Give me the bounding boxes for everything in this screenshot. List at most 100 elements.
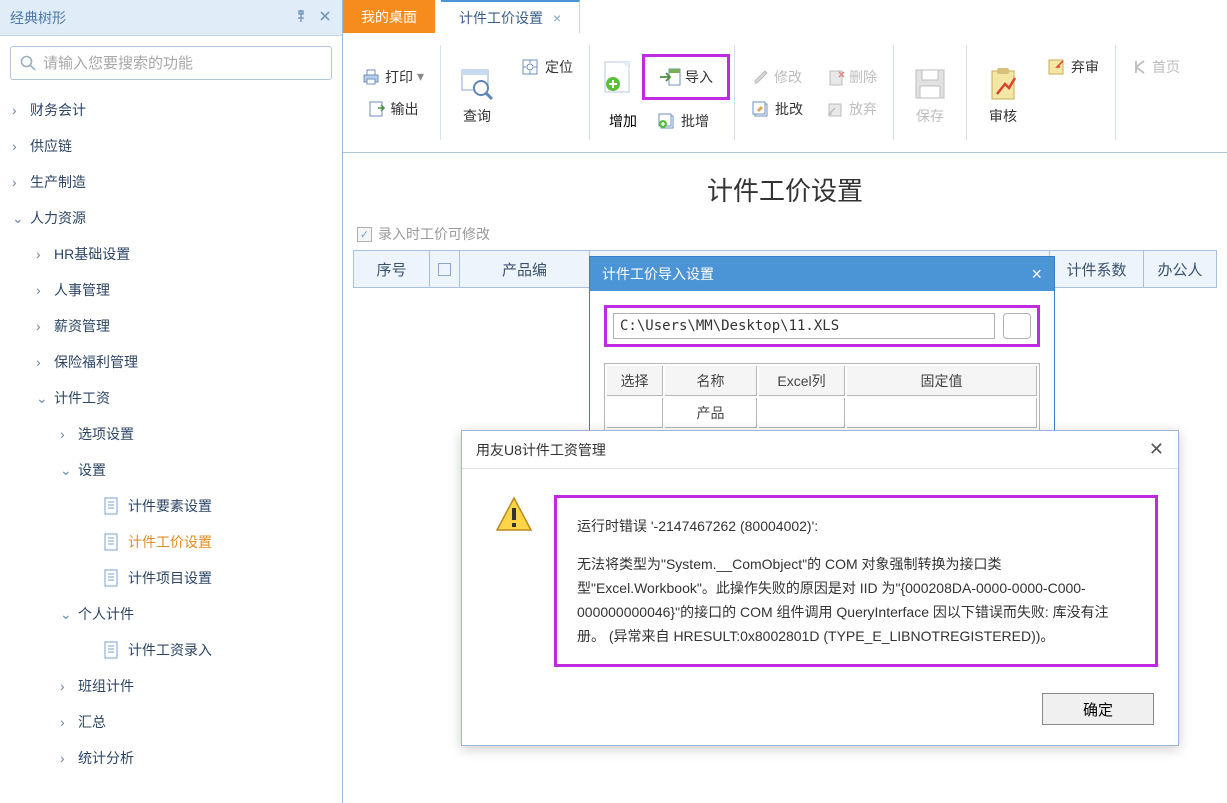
tree-item[interactable]: ›保险福利管理 [0,344,342,380]
tree-item[interactable]: ›供应链 [0,128,342,164]
search-box[interactable] [10,46,332,80]
import-dialog-titlebar[interactable]: 计件工价导入设置 × [590,257,1054,291]
tree-item-label: 薪资管理 [54,316,110,336]
mapping-row[interactable]: 产品 [607,398,1037,428]
batchadd-button[interactable]: 批增 [651,107,715,135]
expand-icon[interactable]: › [60,426,78,442]
tree-item-label: HR基础设置 [54,244,130,264]
tree-item[interactable]: 计件项目设置 [0,560,342,596]
pin-icon[interactable] [294,9,308,26]
delete-button[interactable]: 删除 [821,63,883,91]
error-dialog-titlebar[interactable]: 用友U8计件工资管理 ✕ [462,431,1178,469]
close-icon[interactable] [318,9,332,26]
error-close-icon[interactable]: ✕ [1149,439,1164,460]
tab-home-label: 我的桌面 [361,7,417,27]
audit-label: 审核 [989,106,1017,126]
collapse-icon[interactable]: ⌄ [60,606,78,623]
tree-item[interactable]: ⌄设置 [0,452,342,488]
ribbon: 打印 ▾ 输出 查询 定位 [343,33,1227,153]
collapse-icon[interactable]: ⌄ [36,390,54,407]
collapse-icon[interactable]: ⌄ [12,210,30,227]
locate-label: 定位 [545,57,573,77]
tree-item[interactable]: 计件工资录入 [0,632,342,668]
th-excelcol[interactable]: Excel列 [759,366,845,396]
th-select[interactable]: 选择 [607,366,663,396]
expand-icon[interactable]: › [36,282,54,298]
expand-icon[interactable]: › [12,102,30,118]
tab-home[interactable]: 我的桌面 [343,0,435,33]
th-name[interactable]: 名称 [665,366,757,396]
abandon-label: 放弃 [849,99,877,119]
tab-active[interactable]: 计件工价设置 × [441,0,580,33]
print-button[interactable]: 打印 ▾ [355,63,430,91]
tree-item[interactable]: ›统计分析 [0,740,342,776]
tree-item[interactable]: ›生产制造 [0,164,342,200]
locate-icon [521,57,541,77]
discard-button[interactable]: 弃审 [1041,53,1105,81]
expand-icon[interactable]: › [60,678,78,694]
discard-label: 弃审 [1071,57,1099,77]
search-input[interactable] [43,55,323,72]
locate-button[interactable]: 定位 [515,53,579,81]
tree-item[interactable]: ⌄人力资源 [0,200,342,236]
editable-checkbox-row[interactable]: ✓ 录入时工价可修改 [343,218,1227,250]
expand-icon[interactable]: › [60,750,78,766]
th-fixed[interactable]: 固定值 [847,366,1037,396]
th-seq[interactable]: 序号 [354,251,430,287]
expand-icon[interactable]: › [36,354,54,370]
delete-icon [827,68,845,86]
expand-icon[interactable]: › [12,174,30,190]
add-doc-icon [600,59,636,95]
clipboard-icon [985,66,1021,102]
tree-item-label: 计件工价设置 [128,532,212,552]
export-button[interactable]: 输出 [361,95,425,123]
error-dialog-title: 用友U8计件工资管理 [476,440,606,460]
import-dialog-close-icon[interactable]: × [1031,264,1042,285]
query-label: 查询 [463,106,491,126]
tree-item-label: 人力资源 [30,208,86,228]
tree-item[interactable]: 计件要素设置 [0,488,342,524]
homepage-button[interactable]: 首页 [1126,53,1186,81]
tree-item[interactable]: ›汇总 [0,704,342,740]
warning-icon [494,495,534,535]
tree-item[interactable]: ⌄计件工资 [0,380,342,416]
page-title: 计件工价设置 [343,153,1227,218]
tree-item[interactable]: 计件工价设置 [0,524,342,560]
export-label: 输出 [391,99,419,119]
th-product[interactable]: 产品编 [460,251,590,287]
th-coeff[interactable]: 计件系数 [1050,251,1144,287]
collapse-icon[interactable]: ⌄ [60,462,78,479]
document-icon [102,532,122,552]
audit-button[interactable]: 审核 [971,54,1035,132]
tab-close-icon[interactable]: × [553,10,561,26]
th-checkbox[interactable] [430,251,460,287]
tree-item[interactable]: ›选项设置 [0,416,342,452]
tree-item-label: 个人计件 [78,604,134,624]
tree-item[interactable]: ›财务会计 [0,92,342,128]
error-dialog: 用友U8计件工资管理 ✕ 运行时错误 '-2147467262 (8000400… [461,430,1179,746]
nav-tree: ›财务会计›供应链›生产制造⌄人力资源›HR基础设置›人事管理›薪资管理›保险福… [0,90,342,803]
expand-icon[interactable]: › [36,318,54,334]
browse-button[interactable] [1003,313,1031,339]
printer-icon [361,67,381,87]
th-office[interactable]: 办公人 [1144,251,1216,287]
expand-icon[interactable]: › [36,246,54,262]
tree-item[interactable]: ›班组计件 [0,668,342,704]
tree-item[interactable]: ⌄个人计件 [0,596,342,632]
import-path-input[interactable] [613,313,995,339]
modify-button[interactable]: 修改 [746,63,808,91]
ok-button[interactable]: 确定 [1042,693,1154,725]
abandon-button[interactable]: 放弃 [821,95,883,123]
save-button[interactable]: 保存 [898,54,962,132]
import-label: 导入 [685,67,713,87]
expand-icon[interactable]: › [12,138,30,154]
expand-icon[interactable]: › [60,714,78,730]
tree-item[interactable]: ›人事管理 [0,272,342,308]
import-button[interactable]: 导入 [653,63,719,91]
tree-item[interactable]: ›HR基础设置 [0,236,342,272]
batchmod-button[interactable]: 批改 [745,95,809,123]
tree-item[interactable]: ›薪资管理 [0,308,342,344]
query-button[interactable]: 查询 [445,54,509,132]
print-label: 打印 [385,67,413,87]
export-icon [367,99,387,119]
